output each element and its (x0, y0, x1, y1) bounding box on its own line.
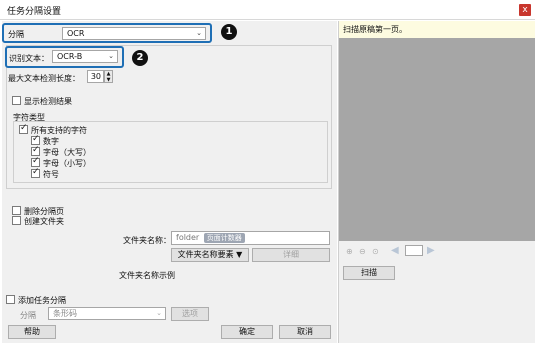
chevron-down-icon: ⌄ (156, 309, 162, 317)
next-arrow-icon[interactable]: ▶ (427, 245, 435, 256)
show-results-checkbox[interactable] (12, 96, 21, 105)
page-counter-chip[interactable]: 页面计数器 (203, 233, 245, 243)
create-folder-label: 创建文件夹 (24, 217, 64, 226)
separation-select[interactable]: OCR ⌄ (62, 27, 206, 40)
close-button[interactable]: x (519, 4, 531, 16)
add-sep-type-select[interactable]: 条形码 ⌄ (48, 307, 166, 320)
scan-button[interactable]: 扫描 (343, 266, 395, 280)
max-length-spinner[interactable]: ▲ ▼ (104, 70, 113, 83)
create-folder-checkbox[interactable] (12, 216, 21, 225)
title-bar: 任务分隔设置 x (0, 0, 535, 20)
folder-example-label: 文件夹名称示例 (119, 271, 175, 280)
add-separation-label: 添加任务分隔 (18, 296, 66, 305)
folder-name-label: 文件夹名称： (123, 236, 171, 245)
recognize-select[interactable]: OCR-B ⌄ (52, 50, 118, 63)
recognize-label: 识别文本： (9, 54, 49, 63)
recognize-value: OCR-B (57, 52, 83, 61)
all-chars-checkbox[interactable] (19, 123, 28, 134)
fit-icon[interactable]: ⊙ (372, 247, 379, 256)
max-length-label: 最大文本检测长度： (8, 74, 80, 83)
preview-message: 扫描原稿第一页。 (343, 25, 407, 34)
separation-label: 分隔 (8, 30, 24, 39)
help-button[interactable]: 帮助 (8, 325, 56, 339)
zoom-in-icon[interactable]: ⊕ (346, 247, 353, 256)
preview-image-area (339, 38, 535, 241)
preview-info-bar: 扫描原稿第一页。 (339, 21, 535, 38)
callout-badge-1: 1 (221, 24, 237, 40)
prev-arrow-icon[interactable]: ◀ (391, 245, 399, 256)
add-separation-checkbox[interactable] (6, 295, 15, 304)
options-button[interactable]: 选项 (171, 307, 209, 321)
lowercase-label: 字母（小写） (43, 159, 91, 168)
folder-elements-button[interactable]: 文件夹名称要素 ▼ (171, 248, 249, 262)
zoom-out-icon[interactable]: ⊖ (359, 247, 366, 256)
lowercase-checkbox[interactable] (31, 156, 40, 167)
callout-badge-2: 2 (132, 50, 148, 66)
delete-page-checkbox[interactable] (12, 206, 21, 215)
folder-name-field[interactable]: folder 页面计数器 (171, 231, 330, 245)
add-sep-type-label: 分隔 (20, 311, 36, 320)
cancel-button[interactable]: 取消 (279, 325, 331, 339)
chevron-down-icon: ⌄ (196, 29, 202, 37)
separation-value: OCR (67, 29, 85, 38)
symbols-checkbox[interactable] (31, 167, 40, 178)
chevron-down-icon: ⌄ (108, 52, 114, 60)
preview-toolbar: ⊕ ⊖ ⊙ ◀ ▶ (339, 243, 535, 259)
detail-button[interactable]: 详细 (252, 248, 330, 262)
window-title: 任务分隔设置 (7, 7, 62, 17)
folder-name-value: folder (176, 233, 200, 242)
spin-down-icon[interactable]: ▼ (105, 77, 112, 83)
symbols-label: 符号 (43, 170, 59, 179)
add-sep-type-value: 条形码 (53, 309, 77, 318)
digits-checkbox[interactable] (31, 134, 40, 145)
ok-button[interactable]: 确定 (221, 325, 273, 339)
max-length-field[interactable]: 30 (87, 70, 104, 83)
page-number-field[interactable] (405, 245, 423, 256)
show-results-label: 显示检测结果 (24, 97, 72, 106)
uppercase-label: 字母（大写） (43, 148, 91, 157)
digits-label: 数字 (43, 137, 59, 146)
uppercase-checkbox[interactable] (31, 145, 40, 156)
max-length-value: 30 (90, 72, 101, 81)
